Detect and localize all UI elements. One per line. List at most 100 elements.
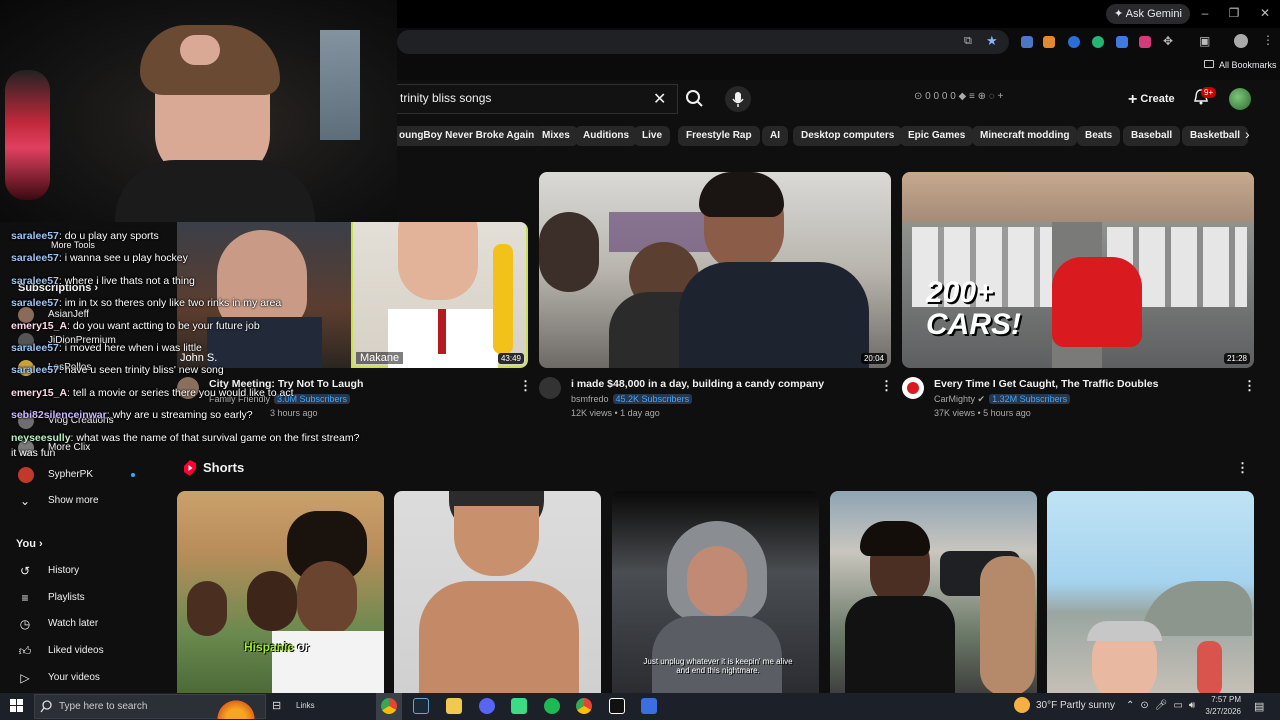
video-thumbnail[interactable]: 200+ CARS! 21:28: [902, 172, 1254, 368]
notification-center-icon[interactable]: ▤: [1254, 700, 1264, 713]
filter-chip[interactable]: Auditions: [575, 126, 638, 146]
filter-chip[interactable]: Minecraft modding: [972, 126, 1078, 146]
restore-icon[interactable]: ❐: [1227, 5, 1241, 21]
taskbar-time[interactable]: 7:57 PM: [1201, 695, 1241, 704]
chat-text: : what was the name of that survival gam…: [70, 432, 360, 444]
short-thumbnail[interactable]: Hispanic or: [177, 491, 384, 694]
voice-search-button[interactable]: [725, 86, 751, 112]
taskbar-weather[interactable]: 30°F Partly sunny: [1036, 700, 1115, 711]
shorts-more-options-icon[interactable]: ⋮: [1236, 460, 1249, 476]
sidebar-show-more[interactable]: ⌄ Show more: [0, 488, 170, 514]
chat-message: saralee57: i moved here when i was littl…: [11, 342, 202, 354]
install-icon[interactable]: ⧉: [964, 35, 972, 48]
discord-icon[interactable]: [479, 698, 495, 714]
filter-chip[interactable]: Freestyle Rap: [678, 126, 760, 146]
sidebar-item-label: Show more: [48, 495, 99, 506]
your-videos-icon: ▷: [20, 671, 30, 685]
video-title[interactable]: i made $48,000 in a day, building a cand…: [571, 378, 824, 390]
more-options-icon[interactable]: ⋮: [519, 378, 532, 394]
chip-next-icon[interactable]: ›: [1245, 126, 1250, 142]
filter-chip[interactable]: Mixes: [534, 126, 578, 146]
profile-avatar[interactable]: [1234, 34, 1248, 48]
chat-username: saralee57: [11, 342, 59, 354]
filter-chip[interactable]: Epic Games: [900, 126, 974, 146]
filter-chip[interactable]: Desktop computers: [793, 126, 903, 146]
video-meta: 3 hours ago: [270, 408, 318, 418]
filter-chip[interactable]: oungBoy Never Broke Again: [397, 126, 543, 146]
extension-icon[interactable]: [1021, 36, 1033, 48]
short-thumbnail[interactable]: [830, 491, 1037, 694]
short-thumbnail[interactable]: [1047, 491, 1254, 694]
chat-text: : do u play any sports: [58, 230, 159, 242]
ask-gemini-button[interactable]: ✦ Ask Gemini: [1106, 4, 1190, 24]
extension-icon[interactable]: [1139, 36, 1151, 48]
sidebar-item-liked-videos[interactable]: 👍︎ Liked videos: [0, 638, 170, 664]
more-options-icon[interactable]: ⋮: [880, 378, 893, 394]
epic-games-icon[interactable]: [609, 698, 625, 714]
sidebar-item-your-videos[interactable]: ▷ Your videos: [0, 665, 170, 691]
person-face: [398, 222, 478, 300]
task-view-icon[interactable]: ⊟: [272, 699, 281, 712]
you-section-header[interactable]: You ›: [16, 538, 43, 550]
filter-chip[interactable]: Baseball: [1123, 126, 1181, 146]
chat-username: saralee57: [11, 297, 59, 309]
file-explorer-icon[interactable]: [446, 698, 462, 714]
chrome-icon[interactable]: [576, 698, 592, 714]
filter-chip[interactable]: Beats: [1077, 126, 1121, 146]
video-thumbnail[interactable]: 20:04: [539, 172, 891, 368]
extension-icon[interactable]: [1068, 36, 1080, 48]
extension-icon[interactable]: [1092, 36, 1104, 48]
filter-chip[interactable]: Live: [634, 126, 671, 146]
system-tray-icons[interactable]: ⌃⊙🎤︎▭🔊︎: [1126, 700, 1201, 711]
short-thumbnail[interactable]: [394, 491, 601, 694]
extensions-puzzle-icon[interactable]: ✥: [1163, 34, 1173, 48]
filter-chip[interactable]: AI: [762, 126, 788, 146]
taskbar-links[interactable]: Links: [296, 701, 315, 710]
carmighty-logo: [907, 382, 919, 394]
create-button[interactable]: + Create: [1120, 86, 1183, 112]
thumb-text: 200+ CARS!: [926, 276, 1021, 341]
chat-message: saralee57: i wanna see u play hockey: [11, 252, 188, 264]
close-icon[interactable]: ✕: [1258, 5, 1272, 21]
channel-name[interactable]: CarMighty ✔ 1.32M Subscribers: [934, 394, 1071, 405]
windows-start-icon[interactable]: [10, 699, 24, 713]
person-right-body: [679, 262, 869, 368]
channel-name[interactable]: bsmfredo 45.2K Subscribers: [571, 394, 693, 404]
sidebar-item-playlists[interactable]: ≡ Playlists: [0, 585, 170, 611]
app-icon[interactable]: [511, 698, 527, 714]
more-options-icon[interactable]: ⋮: [1243, 378, 1256, 394]
clear-search-icon[interactable]: ✕: [653, 89, 666, 109]
webcam-overlay: [0, 0, 397, 222]
chat-message: saralee57: do u play any sports: [11, 230, 159, 242]
video-title[interactable]: Every Time I Get Caught, The Traffic Dou…: [934, 378, 1158, 390]
channel-avatar[interactable]: [902, 377, 924, 399]
sidebar-item-history[interactable]: ↺ History: [0, 558, 170, 584]
person-face: [217, 230, 307, 330]
chrome-menu-icon[interactable]: ⋮: [1262, 33, 1274, 47]
sidebar-item-watch-later[interactable]: ◷ Watch later: [0, 611, 170, 637]
app-icon[interactable]: [641, 698, 657, 714]
chrome-icon[interactable]: [381, 698, 397, 714]
bookmark-star-icon[interactable]: ★: [986, 33, 998, 49]
address-bar[interactable]: [397, 30, 1009, 54]
account-avatar[interactable]: [1229, 88, 1251, 110]
short-thumbnail[interactable]: Just unplug whatever it is keepin' me al…: [612, 491, 819, 694]
taskbar-date[interactable]: 3/27/2026: [1201, 707, 1241, 716]
chat-message: saralee57: where i live thats not a thin…: [11, 275, 195, 287]
chevron-down-icon: ⌄: [19, 494, 31, 508]
sidebar-channel-sypherpk[interactable]: SypherPK: [0, 462, 170, 488]
channel-avatar[interactable]: [539, 377, 561, 399]
extension-icon[interactable]: [1116, 36, 1128, 48]
stream-stats: ⊙ 0 0 0 0 ◆ ≡ ⊕ ◌ +: [914, 91, 1004, 102]
chat-username: saralee57: [11, 275, 59, 287]
video-thumbnail[interactable]: John S. Makane 43:49: [177, 222, 528, 368]
side-panel-icon[interactable]: ▣: [1199, 34, 1210, 48]
search-button[interactable]: [680, 84, 712, 114]
chat-text: : im in tx so theres only like two rinks…: [58, 297, 282, 309]
steam-icon[interactable]: [413, 698, 429, 714]
spotify-icon[interactable]: [544, 698, 560, 714]
minimize-icon[interactable]: –: [1198, 5, 1212, 21]
filter-chip[interactable]: Basketball: [1182, 126, 1249, 146]
extension-icon[interactable]: [1043, 36, 1055, 48]
all-bookmarks[interactable]: All Bookmarks: [1219, 60, 1277, 70]
